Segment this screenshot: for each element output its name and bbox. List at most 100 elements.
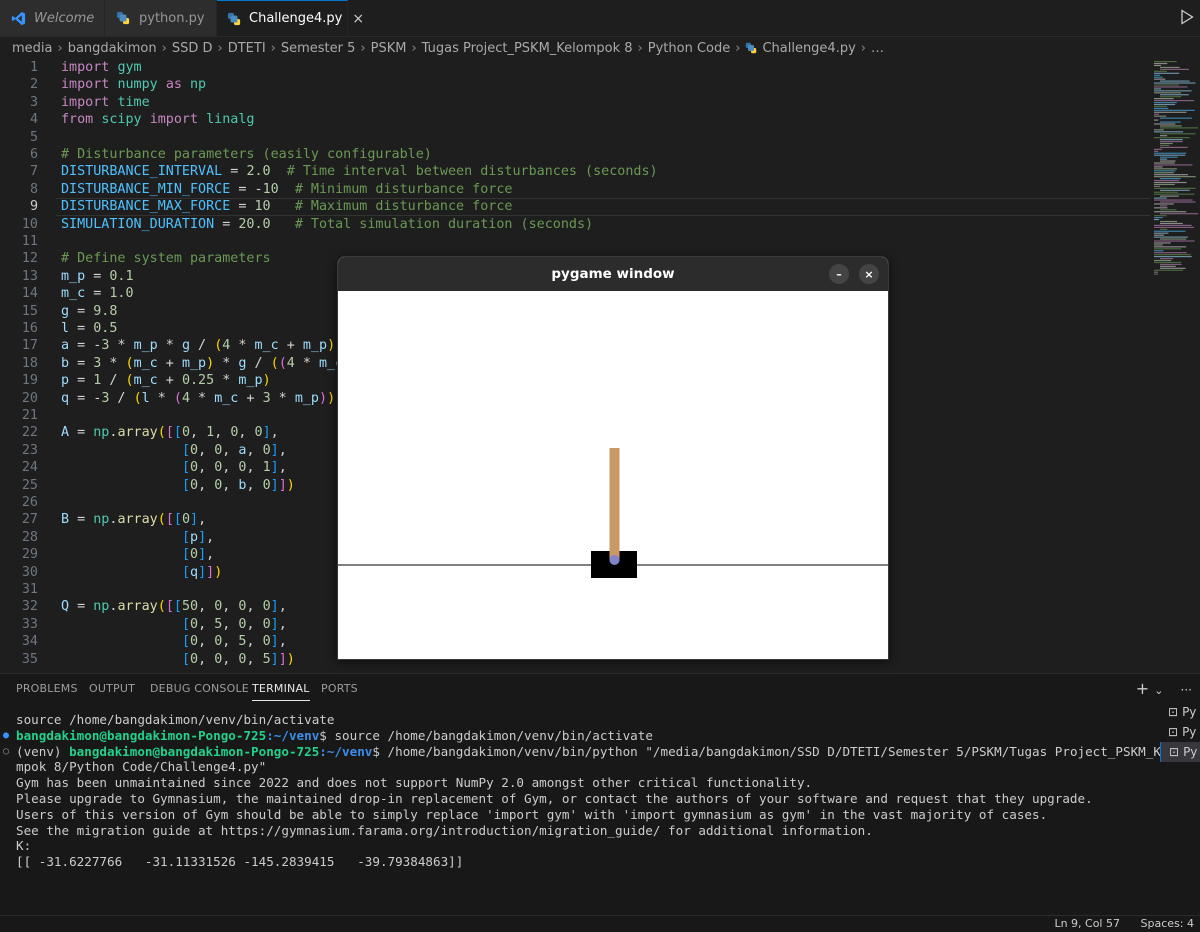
code-line[interactable]: 5 bbox=[0, 129, 1150, 146]
breadcrumb-item[interactable]: DTETI bbox=[228, 41, 266, 56]
code-text: [0, 0, b, 0]]) bbox=[181, 477, 295, 493]
code-text: l = 0.5 bbox=[61, 321, 118, 336]
terminal-list-item[interactable]: ⊡ Py bbox=[1160, 722, 1200, 742]
minimap-line bbox=[1154, 273, 1159, 275]
line-number: 32 bbox=[21, 599, 38, 615]
command-status-circle-icon[interactable]: ○ bbox=[3, 744, 9, 760]
code-text: b = 3 * (m_c + m_p) * g / ((4 * m_c bbox=[61, 355, 344, 371]
code-line[interactable]: 7 DISTURBANCE_INTERVAL = 2.0 # Time inter… bbox=[0, 163, 1150, 180]
code-text: A = np.array([[0, 1, 0, 0], bbox=[61, 425, 279, 441]
indentation-setting[interactable]: Spaces: 4 bbox=[1141, 917, 1194, 930]
minimap[interactable] bbox=[1152, 59, 1200, 279]
code-line[interactable]: 4 from scipy import linalg bbox=[0, 111, 1150, 128]
line-number: 1 bbox=[29, 60, 38, 75]
breadcrumb-item[interactable]: … bbox=[871, 41, 884, 56]
code-line[interactable]: 6 # Disturbance parameters (easily config… bbox=[0, 146, 1150, 163]
terminal-list-item[interactable]: ⊡ Py bbox=[1160, 742, 1200, 762]
chevron-down-icon[interactable]: ⌄ bbox=[1154, 684, 1163, 697]
code-text: from scipy import linalg bbox=[61, 112, 255, 128]
line-number: 12 bbox=[21, 251, 38, 267]
minimap-line bbox=[1154, 103, 1176, 106]
terminal-list-item[interactable]: ⊡ Py bbox=[1160, 702, 1200, 722]
command-status-dot-icon[interactable]: ● bbox=[3, 728, 9, 744]
minimap-line bbox=[1160, 238, 1187, 240]
minimap-line bbox=[1154, 193, 1195, 195]
minimap-line bbox=[1154, 129, 1164, 131]
close-tab-icon[interactable]: × bbox=[352, 11, 364, 27]
minimap-line bbox=[1154, 84, 1179, 86]
minimap-line bbox=[1160, 195, 1179, 197]
minimap-line bbox=[1160, 178, 1181, 180]
minimize-button[interactable]: – bbox=[829, 264, 849, 284]
code-line[interactable]: 8 DISTURBANCE_MIN_FORCE = -10 # Minimum d… bbox=[0, 181, 1150, 198]
minimap-line bbox=[1154, 269, 1184, 271]
breadcrumb-item[interactable]: media bbox=[12, 41, 53, 56]
line-number: 14 bbox=[21, 286, 38, 302]
code-line[interactable]: 10 SIMULATION_DURATION = 20.0 # Total sim… bbox=[0, 216, 1150, 233]
line-number: 20 bbox=[21, 390, 38, 406]
minimap-line bbox=[1160, 127, 1199, 129]
minimap-line bbox=[1154, 199, 1193, 201]
minimap-line bbox=[1154, 211, 1187, 213]
run-file-button[interactable] bbox=[1180, 9, 1194, 29]
minimap-line bbox=[1154, 248, 1182, 250]
minimap-line bbox=[1160, 257, 1174, 260]
minimap-line bbox=[1160, 267, 1186, 269]
terminal-output[interactable]: source /home/bangdakimon/venv/bin/activa… bbox=[0, 712, 1184, 870]
breadcrumb-item[interactable]: PSKM bbox=[371, 41, 407, 56]
terminal-line: Gym has been unmaintained since 2022 and… bbox=[16, 775, 813, 791]
tab-challenge4-py[interactable]: Challenge4.py × bbox=[217, 0, 364, 36]
axle bbox=[609, 555, 620, 565]
minimap-line bbox=[1154, 113, 1159, 115]
code-line[interactable]: 1 import gym bbox=[0, 59, 1150, 76]
new-terminal-icon[interactable]: + bbox=[1136, 679, 1149, 698]
minimap-line bbox=[1160, 213, 1199, 215]
tab-welcome[interactable]: Welcome bbox=[0, 0, 105, 36]
more-actions-icon[interactable]: ··· bbox=[1181, 683, 1192, 697]
tab-problems[interactable]: PROBLEMS bbox=[16, 682, 78, 695]
breadcrumb-item[interactable]: Semester 5 bbox=[281, 41, 356, 56]
breadcrumb-item[interactable]: Tugas Project_PSKM_Kelompok 8 bbox=[422, 41, 633, 56]
breadcrumb-item[interactable]: bangdakimon bbox=[68, 41, 157, 56]
minimap-line bbox=[1154, 187, 1196, 189]
pygame-window[interactable]: pygame window – × bbox=[337, 256, 889, 660]
minimap-line bbox=[1160, 220, 1178, 223]
cursor-position[interactable]: Ln 9, Col 57 bbox=[1054, 917, 1120, 930]
minimap-line bbox=[1160, 94, 1189, 96]
code-line[interactable]: 9 DISTURBANCE_MAX_FORCE = 10 # Maximum di… bbox=[0, 198, 1150, 217]
minimap-line bbox=[1154, 185, 1160, 187]
code-text: # Define system parameters bbox=[61, 251, 271, 267]
tab-terminal[interactable]: TERMINAL bbox=[252, 682, 310, 701]
minimap-line bbox=[1160, 158, 1168, 160]
tab-output[interactable]: OUTPUT bbox=[89, 682, 135, 695]
minimap-line bbox=[1160, 263, 1182, 265]
tab-debug-console[interactable]: DEBUG CONSOLE bbox=[150, 682, 249, 695]
close-window-button[interactable]: × bbox=[859, 264, 879, 284]
line-number: 7 bbox=[29, 164, 38, 180]
code-line[interactable]: 3 import time bbox=[0, 94, 1150, 111]
minimap-line bbox=[1160, 68, 1189, 70]
chevron-right-icon: › bbox=[637, 40, 643, 56]
code-line[interactable]: 11 bbox=[0, 233, 1150, 250]
tab-ports[interactable]: PORTS bbox=[321, 682, 358, 695]
breadcrumb-item[interactable]: Challenge4.py bbox=[762, 41, 855, 56]
minimap-line bbox=[1160, 265, 1176, 267]
minimap-line bbox=[1154, 250, 1164, 252]
python-icon bbox=[115, 10, 131, 26]
terminal-line: ● bangdakimon@bangdakimon-Pongo-725:~/ven… bbox=[3, 727, 653, 744]
minimap-line bbox=[1154, 61, 1177, 63]
minimap-line bbox=[1160, 222, 1183, 225]
tab-python-py[interactable]: python.py bbox=[105, 0, 217, 36]
minimap-line bbox=[1154, 115, 1167, 117]
window-titlebar[interactable]: pygame window – × bbox=[338, 257, 888, 291]
minimap-line bbox=[1154, 254, 1191, 256]
line-number: 25 bbox=[21, 477, 38, 493]
breadcrumb-item[interactable]: Python Code bbox=[648, 41, 730, 56]
minimap-line bbox=[1154, 123, 1176, 125]
tab-label: python.py bbox=[139, 10, 205, 26]
tab-label: Welcome bbox=[34, 10, 95, 26]
code-text: DISTURBANCE_MIN_FORCE = -10 # Minimum di… bbox=[61, 181, 513, 197]
breadcrumb-item[interactable]: SSD D bbox=[172, 41, 213, 56]
code-line[interactable]: 2 import numpy as np bbox=[0, 76, 1150, 93]
minimap-line bbox=[1154, 74, 1160, 76]
